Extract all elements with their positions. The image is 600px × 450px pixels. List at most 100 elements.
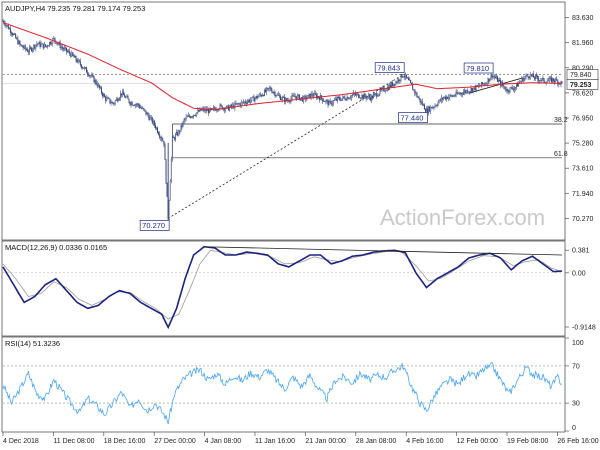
candle-body <box>540 80 542 82</box>
candle-body <box>142 108 144 109</box>
candle-body <box>117 99 119 102</box>
candle-body <box>26 49 28 52</box>
candle-body <box>344 97 346 100</box>
candle-body <box>392 82 394 87</box>
candle-body <box>307 94 309 99</box>
candle-body <box>244 101 246 104</box>
candle-body <box>136 103 138 105</box>
candle-body <box>207 109 209 114</box>
candle-body <box>146 112 148 115</box>
candle-body <box>549 77 551 79</box>
candle-body <box>182 121 184 127</box>
candle-body <box>239 103 241 106</box>
candle-body <box>493 75 495 78</box>
candle-body <box>507 89 509 92</box>
candle-body <box>417 96 419 98</box>
candle-body <box>149 117 151 120</box>
candle-body <box>36 43 38 46</box>
candle-body <box>46 45 48 47</box>
last-price-tag-label: 79.840 <box>570 72 592 79</box>
candle-body <box>483 83 485 85</box>
candle-body <box>116 98 118 102</box>
candle-body <box>421 101 423 106</box>
candle-body <box>99 87 101 89</box>
candle-body <box>138 103 139 106</box>
candle-body <box>521 77 523 82</box>
macd-line <box>2 245 563 330</box>
candle-body <box>256 95 258 99</box>
candle-body <box>403 76 405 78</box>
candle-body <box>486 83 488 85</box>
rsi-panel-frame <box>1 336 566 433</box>
candle-body <box>134 104 136 106</box>
candle-body <box>8 28 10 30</box>
candle-body <box>6 25 8 27</box>
candle-body <box>522 77 524 82</box>
candle-body <box>511 87 513 90</box>
candle-body <box>489 78 491 82</box>
candle-body <box>471 88 473 92</box>
candle-body <box>465 90 467 93</box>
candle-body <box>243 101 245 103</box>
candle-body <box>22 46 24 48</box>
candle-body <box>247 101 249 104</box>
candle-body <box>375 93 377 95</box>
candle-body <box>213 107 215 109</box>
candle-body <box>504 86 506 90</box>
candle-body <box>444 96 445 98</box>
candle-body <box>48 45 49 47</box>
candle-body <box>194 114 196 116</box>
candle-body <box>276 94 278 96</box>
candle-body <box>436 105 438 107</box>
candle-body <box>154 125 156 129</box>
candle-body <box>38 42 40 45</box>
candle-body <box>445 96 447 100</box>
candle-body <box>170 158 172 182</box>
candle-body <box>246 102 247 104</box>
candle-body <box>164 144 166 160</box>
candle-body <box>462 93 463 95</box>
candle-body <box>447 96 449 100</box>
price-y-tick-label: 71.940 <box>572 191 594 198</box>
candle-body <box>219 104 221 109</box>
candle-body <box>81 67 83 69</box>
candle-body <box>294 96 296 98</box>
candle-body <box>69 51 71 54</box>
candle-body <box>524 76 526 79</box>
candle-body <box>402 76 404 78</box>
candle-body <box>323 101 325 102</box>
candle-body <box>499 79 501 81</box>
swing-price-label: 70.270 <box>139 220 170 231</box>
candle-body <box>110 102 112 104</box>
candle-body <box>448 97 450 100</box>
candle-body <box>37 43 39 45</box>
candle-body <box>169 180 171 201</box>
candle-body <box>129 102 131 105</box>
candle-body <box>224 108 226 111</box>
candle-body <box>181 125 183 127</box>
candle-body <box>420 101 422 103</box>
swing-price-label: 79.810 <box>463 62 494 74</box>
candle-body <box>337 96 339 101</box>
candle-body <box>67 51 69 53</box>
candle-body <box>107 97 109 99</box>
rsi-y-tick-label: 0 <box>572 425 576 432</box>
candle-body <box>12 33 14 36</box>
candle-body <box>538 78 540 82</box>
candle-body <box>4 23 6 27</box>
candle-body <box>72 52 74 56</box>
candle-body <box>373 94 375 99</box>
candle-body <box>32 48 34 51</box>
candle-body <box>141 107 143 109</box>
candle-body <box>517 83 519 87</box>
candle-body <box>135 104 137 106</box>
candle-body <box>301 97 303 99</box>
candle-body <box>5 25 7 27</box>
swing-label-text: 79.843 <box>377 63 400 72</box>
candle-body <box>413 89 415 91</box>
candle-body <box>336 98 337 101</box>
candle-body <box>253 96 255 102</box>
current-price-tag-label: 79.253 <box>570 82 592 89</box>
candle-body <box>255 95 257 99</box>
candle-body <box>396 81 398 83</box>
